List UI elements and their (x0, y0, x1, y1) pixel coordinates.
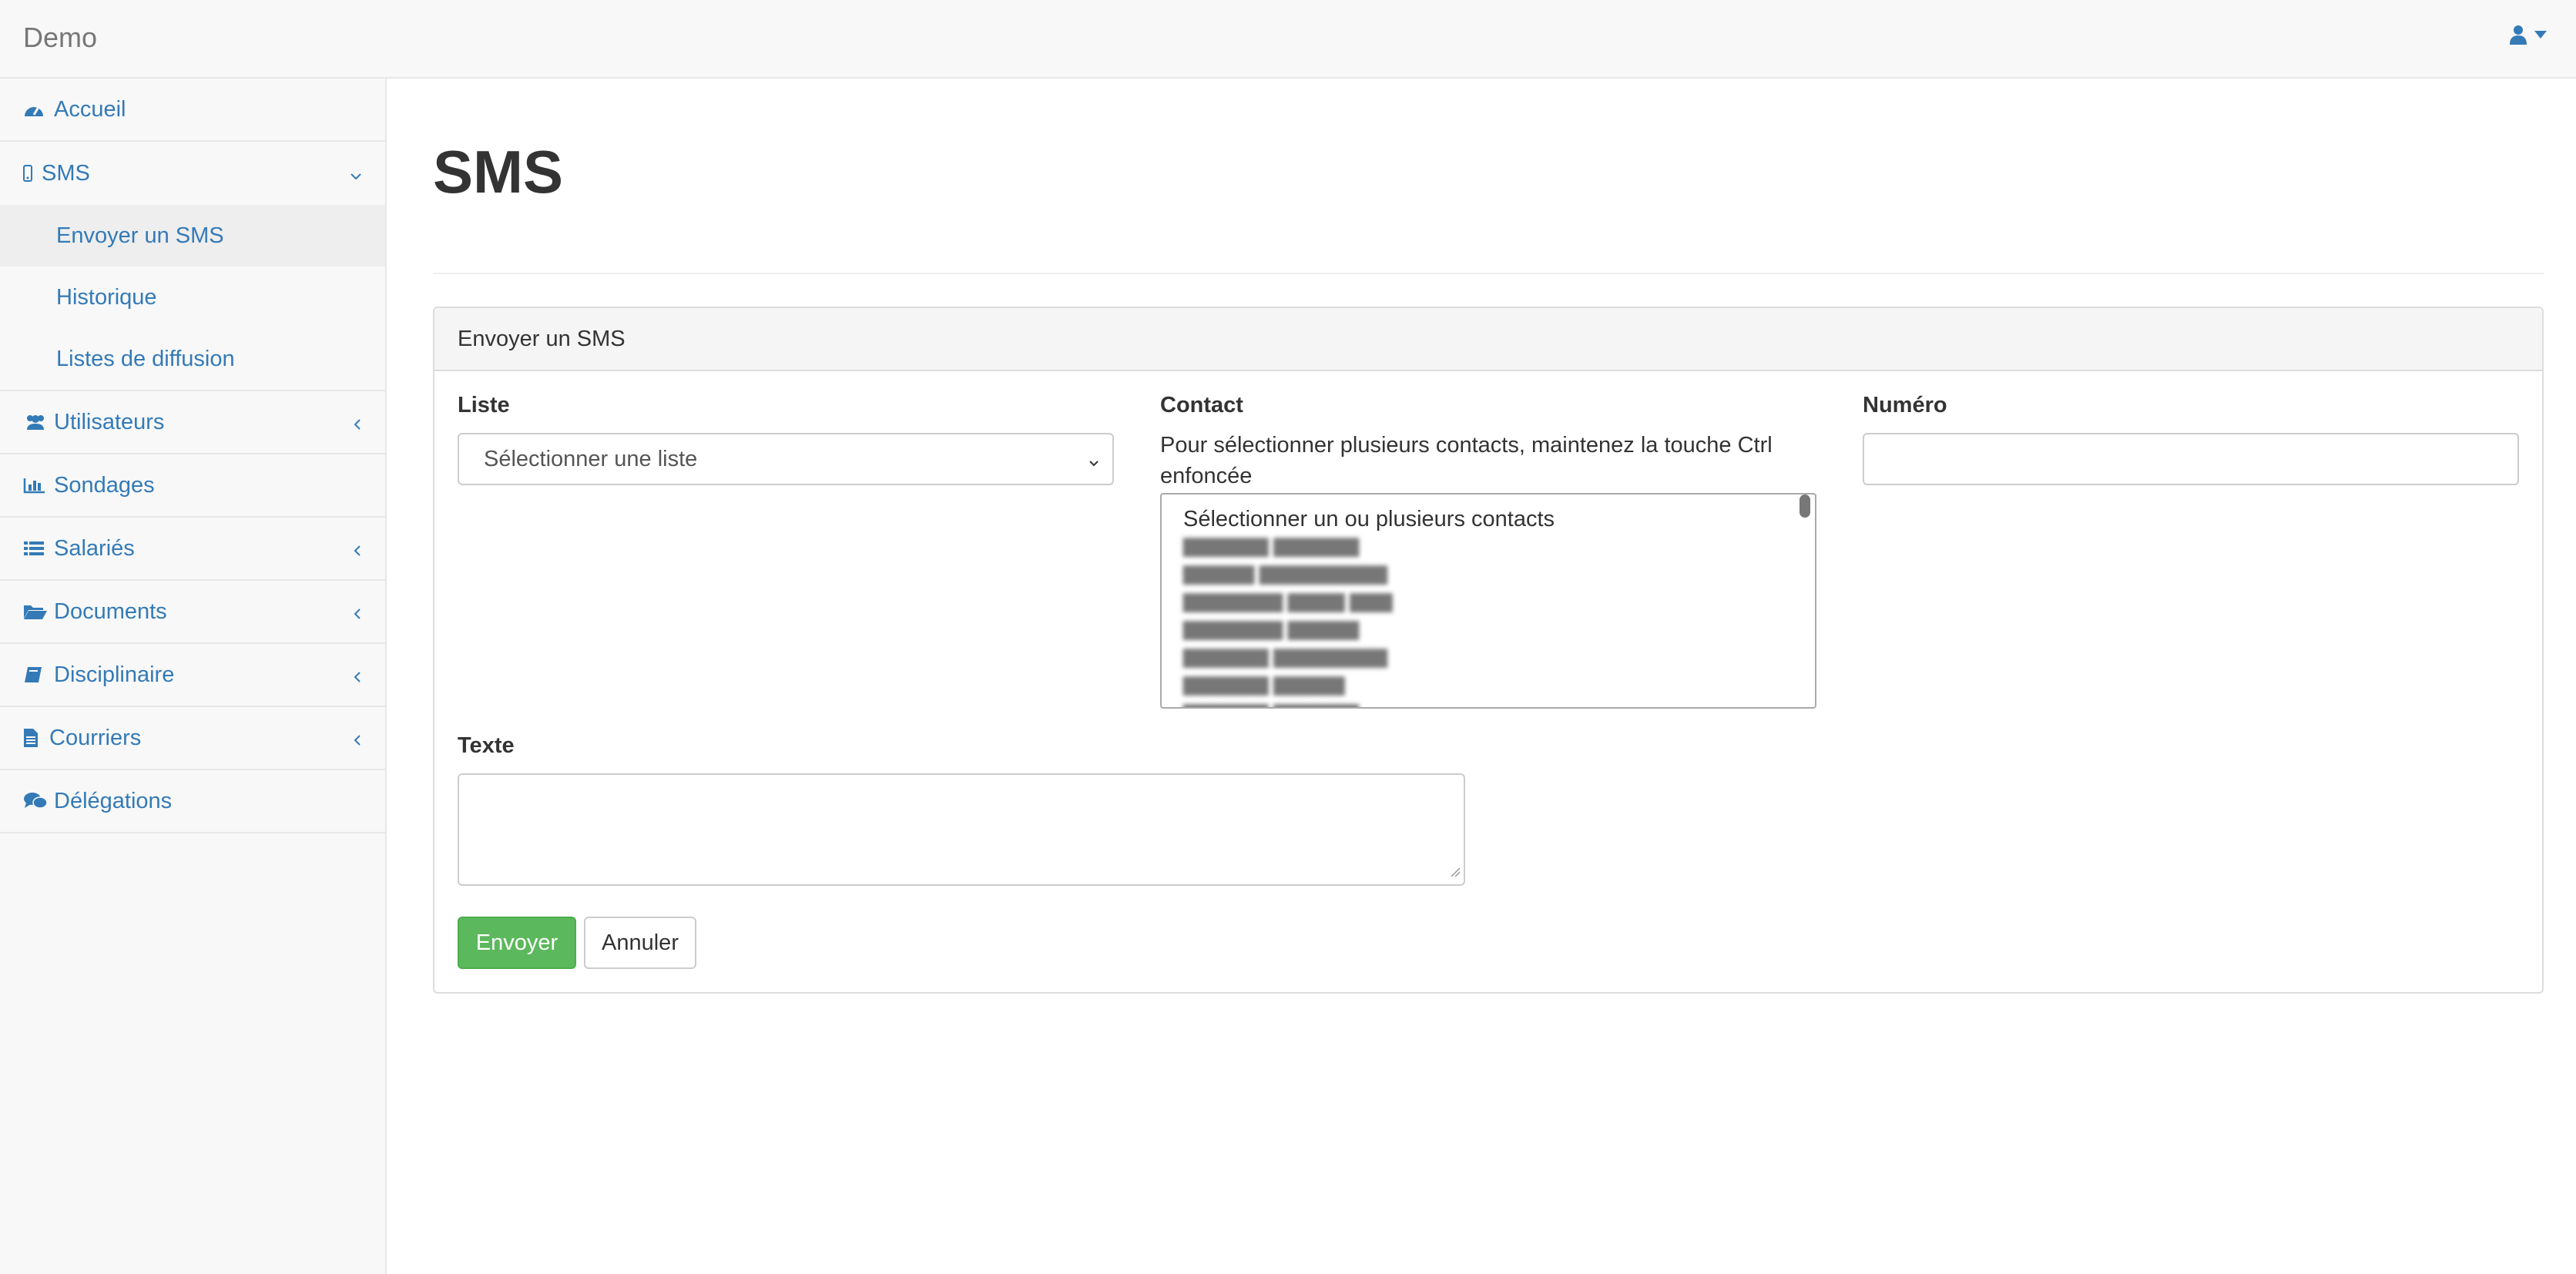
sidebar-item-sondages[interactable]: Sondages (0, 454, 385, 518)
sidebar-item-label: SMS (42, 160, 90, 186)
page-title: SMS (433, 137, 2544, 274)
texte-label: Texte (458, 733, 515, 758)
panel-heading: Envoyer un SMS (434, 308, 2542, 371)
contact-help-text: Pour sélectionner plusieurs contacts, ma… (1160, 433, 1773, 488)
sidebar-item-label: Disciplinaire (54, 662, 175, 687)
sidebar-item-historique[interactable]: Historique (0, 267, 385, 328)
sidebar-item-label: Historique (56, 284, 157, 310)
comments-icon (23, 790, 49, 813)
sidebar-item-sms[interactable]: SMS (0, 142, 385, 205)
sidebar-item-label: Documents (54, 598, 167, 624)
envoyer-button[interactable]: Envoyer (458, 917, 576, 969)
sidebar-item-courriers[interactable]: Courriers (0, 707, 385, 770)
sidebar: Accueil SMS Envoyer un SMS Historique Li… (0, 79, 387, 1274)
dashboard-icon (23, 98, 49, 121)
sidebar-item-label: Accueil (54, 96, 126, 122)
main-content: SMS Envoyer un SMS Liste Sélectionner un… (433, 79, 2544, 994)
sidebar-item-envoyer-sms[interactable]: Envoyer un SMS (0, 205, 385, 267)
listbox-scrollbar[interactable] (1800, 495, 1810, 518)
list-icon (23, 537, 49, 560)
user-icon (2510, 25, 2527, 45)
chevron-down-icon (1086, 451, 1102, 477)
contact-option-redacted[interactable]: ▇▇▇▇▇▇▇ ▇▇▇▇▇ (1162, 616, 1815, 644)
top-navbar: Demo (0, 0, 2576, 79)
sidebar-item-label: Courriers (49, 725, 142, 750)
sidebar-item-label: Envoyer un SMS (56, 223, 224, 248)
file-text-icon (23, 726, 45, 749)
sidebar-item-delegations[interactable]: Délégations (0, 770, 385, 833)
chevron-left-icon (353, 727, 362, 753)
user-menu[interactable] (2510, 25, 2547, 45)
sidebar-item-salaries[interactable]: Salariés (0, 518, 385, 581)
contact-option-redacted[interactable]: ▇▇▇▇▇▇ ▇▇▇▇▇ (1162, 672, 1815, 699)
sidebar-item-label: Listes de diffusion (56, 346, 235, 371)
folder-open-icon (23, 600, 49, 623)
sidebar-item-documents[interactable]: Documents (0, 581, 385, 644)
sidebar-item-disciplinaire[interactable]: Disciplinaire (0, 644, 385, 707)
contact-multiselect[interactable]: Sélectionner un ou plusieurs contacts ▇▇… (1160, 493, 1816, 709)
annuler-button[interactable]: Annuler (584, 917, 696, 969)
liste-label: Liste (458, 393, 510, 417)
users-icon (23, 411, 49, 434)
chevron-left-icon (353, 601, 362, 626)
mobile-icon (23, 162, 37, 185)
liste-select[interactable]: Sélectionner une liste (458, 433, 1114, 485)
sidebar-item-utilisateurs[interactable]: Utilisateurs (0, 391, 385, 454)
sidebar-item-listes-diffusion[interactable]: Listes de diffusion (0, 328, 385, 390)
chevron-left-icon (353, 538, 362, 563)
sidebar-item-label: Sondages (54, 472, 155, 498)
contact-label: Contact (1160, 393, 1243, 417)
contact-option-redacted[interactable]: ▇▇▇▇▇▇▇ ▇▇▇▇ ▇▇▇ (1162, 588, 1815, 616)
caret-down-icon (2534, 31, 2547, 39)
send-sms-panel: Envoyer un SMS Liste Sélectionner une li… (433, 307, 2544, 994)
contact-option-redacted[interactable]: ▇▇▇▇▇ ▇▇▇▇▇▇▇▇▇ (1162, 561, 1815, 588)
sms-submenu: Envoyer un SMS Historique Listes de diff… (0, 205, 385, 391)
sidebar-item-label: Délégations (54, 788, 173, 813)
sidebar-item-label: Utilisateurs (54, 409, 165, 434)
sidebar-item-accueil[interactable]: Accueil (0, 79, 385, 142)
brand-title[interactable]: Demo (23, 22, 97, 54)
liste-select-value: Sélectionner une liste (484, 446, 698, 471)
numero-label: Numéro (1863, 393, 1947, 417)
sidebar-item-label: Salariés (54, 535, 135, 561)
book-icon (23, 663, 49, 686)
chevron-down-icon (350, 162, 362, 187)
texte-textarea[interactable] (458, 773, 1465, 886)
contact-placeholder-option[interactable]: Sélectionner un ou plusieurs contacts (1162, 505, 1815, 533)
chevron-left-icon (353, 411, 362, 437)
resize-handle-icon[interactable] (1450, 867, 1461, 881)
bar-chart-icon (23, 474, 49, 497)
contact-option-redacted[interactable]: ▇▇▇▇▇▇ ▇▇▇▇▇▇ (1162, 699, 1815, 707)
contact-option-redacted[interactable]: ▇▇▇▇▇▇ ▇▇▇▇▇▇▇▇ (1162, 644, 1815, 672)
chevron-left-icon (353, 664, 362, 689)
numero-input[interactable] (1863, 433, 2519, 485)
contact-option-redacted[interactable]: ▇▇▇▇▇▇ ▇▇▇▇▇▇ (1162, 533, 1815, 561)
